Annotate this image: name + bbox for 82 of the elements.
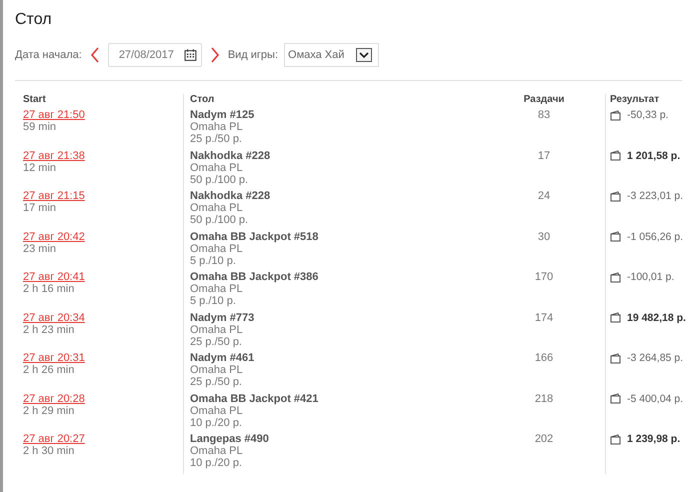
wallet-icon	[610, 272, 621, 282]
table-name: Langepas #490	[190, 433, 270, 445]
result-amount: -3 223,01 р.	[627, 190, 684, 202]
hands-count: 218	[534, 392, 554, 404]
hands-count: 17	[538, 150, 550, 162]
dropdown-caret-icon[interactable]	[356, 48, 372, 62]
date-label: Дата начала:	[15, 49, 82, 61]
game-text: Omaha PL	[190, 162, 244, 174]
result-amount: -3 264,85 р.	[627, 352, 684, 364]
start-time-link[interactable]: 27 авг 20:28	[23, 392, 85, 404]
table-name: Nadym #773	[190, 312, 256, 324]
result-amount: 19 482,18 р.	[627, 312, 686, 324]
game-text: Omaha PL	[190, 121, 244, 133]
game-text: Omaha PL	[190, 242, 244, 254]
start-time-link[interactable]: 27 авг 20:42	[23, 230, 85, 242]
result-amount: -5 400,04 р.	[627, 392, 684, 404]
hands-count: 174	[534, 312, 554, 324]
wallet-icon	[610, 434, 621, 444]
start-time-link[interactable]: 27 авг 21:38	[23, 150, 85, 162]
start-time-link[interactable]: 27 авг 20:27	[23, 433, 85, 445]
start-time-link[interactable]: 27 авг 20:31	[23, 352, 85, 364]
hands-count: 24	[538, 190, 550, 202]
duration-text: 2 h 16 min	[23, 283, 76, 295]
result-amount: -50,33 р.	[627, 109, 668, 121]
stakes-text: 25 р./50 р.	[190, 336, 243, 348]
stakes-text: 10 р./20 р.	[190, 416, 243, 428]
result-amount: -1 056,26 р.	[627, 230, 684, 242]
table-name: Nakhodka #228	[190, 150, 272, 162]
stakes-text: 50 р./100 р.	[190, 214, 250, 226]
duration-text: 2 h 23 min	[23, 324, 76, 336]
page-title: Стол	[15, 10, 53, 30]
table-name: Nadym #125	[190, 109, 256, 121]
hands-count: 166	[534, 352, 554, 364]
wallet-icon	[610, 352, 621, 364]
column-header: Стол	[183, 94, 483, 109]
column-header: Start	[23, 94, 47, 107]
hands-count: 202	[534, 433, 554, 445]
game-type-dropdown[interactable]: Омаха Хай	[284, 43, 380, 67]
column-header: Результат	[605, 94, 697, 109]
stakes-text: 25 р./50 р.	[190, 376, 243, 388]
wallet-icon	[610, 231, 621, 242]
game-text: Omaha PL	[190, 202, 244, 214]
start-time-link[interactable]: 27 авг 20:34	[23, 312, 85, 324]
duration-text: 2 h 26 min	[23, 364, 76, 376]
table-name: Omaha BB Jackpot #421	[190, 392, 320, 404]
result-amount: 1 201,58 р.	[627, 150, 680, 162]
game-text: Omaha PL	[190, 404, 244, 416]
game-text: Omaha PL	[190, 445, 244, 457]
table-name: Omaha BB Jackpot #518	[190, 230, 320, 242]
stakes-text: 5 р./10 р.	[190, 254, 237, 266]
duration-text: 59 min	[23, 121, 58, 133]
duration-text: 17 min	[23, 202, 58, 214]
game-text: Omaha PL	[190, 283, 244, 295]
result-amount: 1 239,98 р.	[627, 433, 680, 445]
start-time-link[interactable]: 27 авг 20:41	[23, 271, 85, 283]
table-name: Nadym #461	[190, 352, 256, 364]
hands-count: 30	[538, 230, 550, 242]
duration-text: 12 min	[23, 162, 58, 174]
stakes-text: 5 р./10 р.	[190, 295, 237, 307]
game-type-label: Вид игры:	[228, 49, 278, 61]
column-header: Раздачи	[522, 94, 566, 107]
start-time-link[interactable]: 27 авг 21:50	[23, 109, 85, 121]
wallet-icon	[610, 110, 621, 120]
table-name: Nakhodka #228	[190, 190, 272, 202]
wallet-icon	[610, 312, 621, 323]
hands-count: 83	[538, 109, 550, 121]
duration-text: 23 min	[23, 242, 58, 254]
hands-count: 170	[534, 271, 554, 283]
duration-text: 2 h 29 min	[23, 404, 76, 416]
table-name: Omaha BB Jackpot #386	[190, 271, 320, 283]
game-text: Omaha PL	[190, 324, 244, 336]
date-field[interactable]: 27/08/2017	[108, 43, 202, 67]
stakes-text: 25 р./50 р.	[190, 133, 243, 145]
result-amount: -100,01 р.	[627, 271, 674, 283]
stakes-text: 50 р./100 р.	[190, 174, 250, 186]
wallet-icon	[610, 393, 621, 404]
wallet-icon	[610, 190, 621, 202]
stakes-text: 10 р./20 р.	[190, 457, 243, 469]
game-text: Omaha PL	[190, 364, 244, 376]
start-time-link[interactable]: 27 авг 21:15	[23, 190, 85, 202]
wallet-icon	[610, 150, 621, 161]
duration-text: 2 h 30 min	[23, 445, 76, 457]
